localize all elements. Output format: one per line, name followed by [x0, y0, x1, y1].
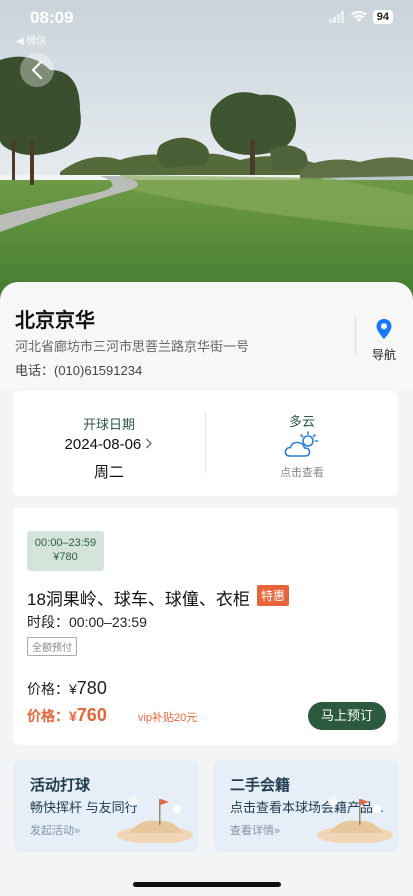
vip-price: 价格：¥760	[27, 705, 107, 726]
home-indicator	[133, 882, 281, 887]
vip-subsidy: vip补贴20元	[138, 712, 198, 724]
vip-price-value: 760	[76, 705, 107, 725]
time-slot-chip[interactable]: 00:00–23:59 ¥780	[27, 531, 104, 571]
price-currency: ¥	[69, 681, 77, 697]
chip-price: ¥780	[53, 551, 78, 563]
partly-cloudy-icon	[284, 431, 320, 464]
regular-price: 价格：¥780	[27, 678, 107, 699]
hero-image: 08:09 ◀ 微信 94	[0, 0, 413, 310]
wifi-icon	[350, 11, 367, 23]
battery-indicator: 94	[372, 10, 393, 24]
product-title: 18洞果岭、球车、球僮、衣柜	[27, 590, 250, 609]
club-name: 北京京华	[15, 310, 95, 332]
club-info-card: 北京京华 河北省廊坊市三河市思菩兰路京华街一号 电话：(010)61591234…	[0, 282, 413, 390]
promo-title: 活动打球	[30, 777, 91, 794]
vip-price-currency: ¥	[69, 708, 77, 724]
navigation-button[interactable]: 导航	[368, 318, 400, 363]
promo-link[interactable]: 查看详情»	[230, 822, 280, 838]
club-address: 河北省廊坊市三河市思菩兰路京华街一号	[15, 339, 250, 354]
chip-time: 00:00–23:59	[34, 537, 97, 549]
weather-panel[interactable]: 多云 点击查看	[206, 391, 398, 496]
signal-icon	[328, 11, 345, 23]
price-label: 价格：	[27, 681, 69, 697]
tee-date-selector[interactable]: 开球日期 2024-08-06 周二	[13, 391, 205, 496]
date-weather-card: 开球日期 2024-08-06 周二 多云 点击查看	[13, 391, 398, 496]
promo-title: 二手会籍	[230, 777, 291, 794]
promo-link[interactable]: 发起活动»	[30, 822, 80, 838]
special-offer-badge: 特惠	[257, 585, 290, 606]
divider	[355, 316, 356, 354]
weather-view-link: 点击查看	[280, 467, 324, 479]
status-back-app[interactable]: ◀ 微信	[16, 32, 46, 47]
tee-date-label: 开球日期	[82, 417, 135, 432]
weather-condition: 多云	[288, 414, 315, 429]
membership-promo-card[interactable]: 二手会籍 点击查看本球场会籍产品... 查看详情»	[214, 760, 399, 852]
golf-green-icon	[113, 793, 193, 848]
activity-promo-card[interactable]: 活动打球 畅快挥杆 与友同行 发起活动»	[14, 760, 199, 852]
full-prepay-tag: 全额预付	[27, 637, 77, 656]
tee-date-value: 2024-08-06	[64, 436, 142, 453]
book-now-button[interactable]: 马上预订	[308, 702, 386, 730]
tee-weekday: 周二	[93, 464, 124, 481]
status-bar: 08:09 ◀ 微信 94	[0, 6, 413, 47]
product-card: 00:00–23:59 ¥780 18洞果岭、球车、球僮、衣柜 特惠 时段：00…	[13, 508, 398, 745]
product-period: 时段：00:00–23:59	[27, 614, 147, 630]
navigation-label: 导航	[371, 348, 396, 362]
golf-green-icon	[313, 793, 393, 848]
vip-price-label: 价格：	[27, 708, 69, 724]
chevron-right-icon	[145, 436, 153, 453]
location-pin-icon	[375, 319, 393, 344]
price-value: 780	[76, 678, 107, 698]
club-phone[interactable]: 电话：(010)61591234	[15, 360, 142, 379]
chevron-left-icon	[31, 61, 43, 79]
back-button[interactable]	[20, 53, 54, 87]
status-time: 08:09	[30, 8, 74, 27]
